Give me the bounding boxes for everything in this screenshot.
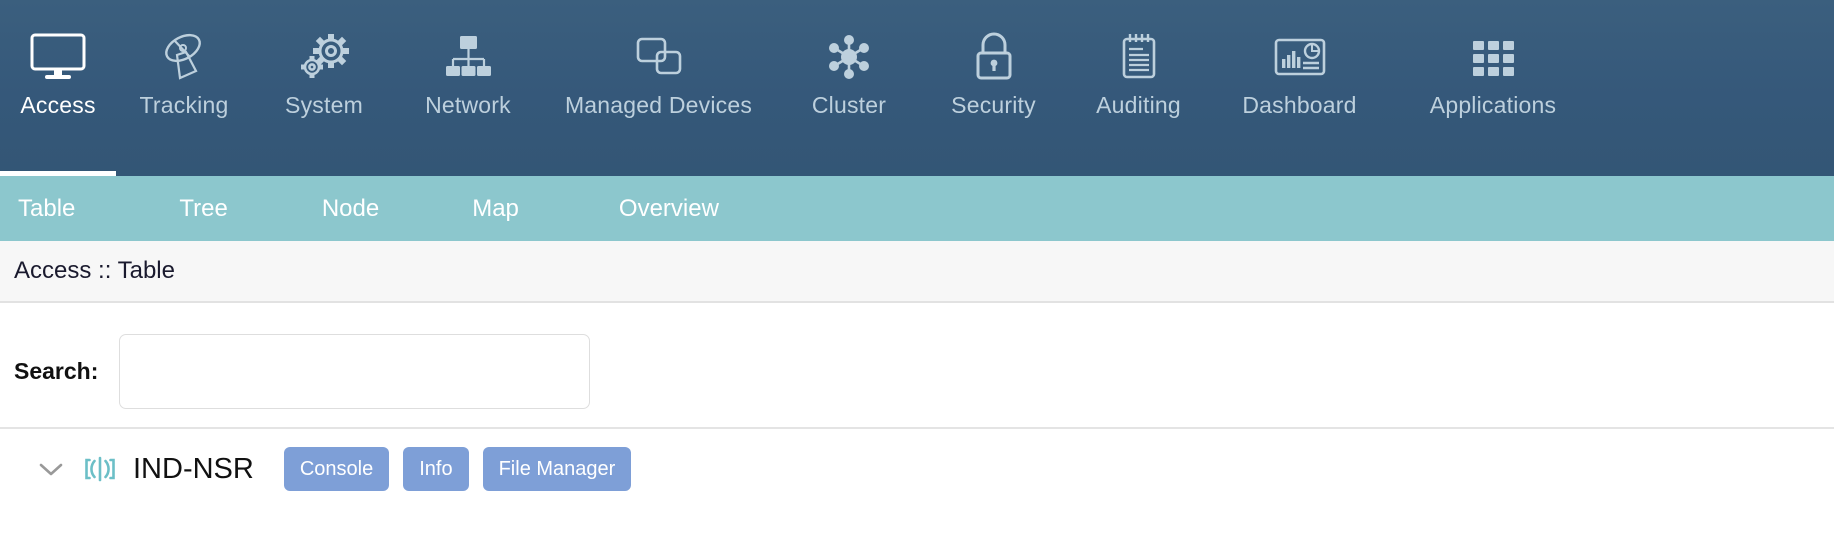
breadcrumb: Access :: Table (14, 257, 175, 284)
nav-item-label: Auditing (1096, 92, 1181, 118)
dashboard-chart-icon (1271, 26, 1329, 88)
nav-item-label: Access (20, 92, 96, 118)
nav-item-label: Tracking (139, 92, 229, 118)
nav-item-label: Dashboard (1242, 92, 1357, 118)
notepad-icon (1114, 26, 1164, 88)
info-button[interactable]: Info (403, 447, 469, 491)
active-tab-underline (0, 171, 116, 176)
padlock-icon (969, 26, 1019, 88)
tab-table[interactable]: Table (18, 196, 75, 221)
nav-item-system[interactable]: System (252, 0, 396, 176)
search-input[interactable] (119, 333, 591, 409)
nav-item-label: Applications (1429, 92, 1557, 118)
nav-item-tracking[interactable]: Tracking (116, 0, 252, 176)
nav-item-security[interactable]: Security (921, 0, 1066, 176)
tab-node[interactable]: Node (322, 196, 379, 221)
nav-item-managed-devices[interactable]: Managed Devices (540, 0, 777, 176)
file-manager-button[interactable]: File Manager (482, 447, 632, 491)
breadcrumb-bar: Access :: Table (0, 241, 1834, 303)
tab-overview[interactable]: Overview (619, 196, 719, 221)
nav-item-label: Security (951, 92, 1036, 118)
nav-item-auditing[interactable]: Auditing (1066, 0, 1211, 176)
nav-item-label: System (285, 92, 363, 118)
search-row: Search: (0, 303, 1834, 413)
gears-icon (295, 26, 353, 88)
nav-item-network[interactable]: Network (396, 0, 540, 176)
tab-tree[interactable]: Tree (179, 196, 227, 221)
nav-item-dashboard[interactable]: Dashboard (1211, 0, 1388, 176)
device-list-row: IND-NSR Console Info File Manager (0, 429, 1834, 491)
main-content: Search: IND-NSR Console Info File Manage… (0, 303, 1834, 491)
network-tree-icon (440, 26, 496, 88)
broadcast-signal-icon (80, 449, 120, 489)
nav-item-applications[interactable]: Applications (1388, 0, 1598, 176)
grid-apps-icon (1467, 26, 1519, 88)
cluster-nodes-icon (821, 26, 877, 88)
nav-item-label: Network (425, 92, 511, 118)
monitor-icon (29, 26, 87, 88)
nav-item-label: Cluster (811, 92, 887, 118)
device-name: IND-NSR (133, 452, 254, 485)
nav-item-label: Managed Devices (564, 92, 753, 118)
console-button[interactable]: Console (283, 447, 390, 491)
windows-stack-icon (631, 26, 687, 88)
nav-item-access[interactable]: Access (0, 0, 116, 176)
nav-item-cluster[interactable]: Cluster (777, 0, 921, 176)
chevron-down-icon[interactable] (34, 460, 68, 478)
tab-map[interactable]: Map (472, 196, 519, 221)
primary-navigation-bar: Access Tracking System Network Managed D… (0, 0, 1834, 176)
secondary-navigation-bar: Table Tree Node Map Overview (0, 176, 1834, 241)
search-label: Search: (14, 357, 99, 384)
satellite-dish-icon (156, 26, 212, 88)
